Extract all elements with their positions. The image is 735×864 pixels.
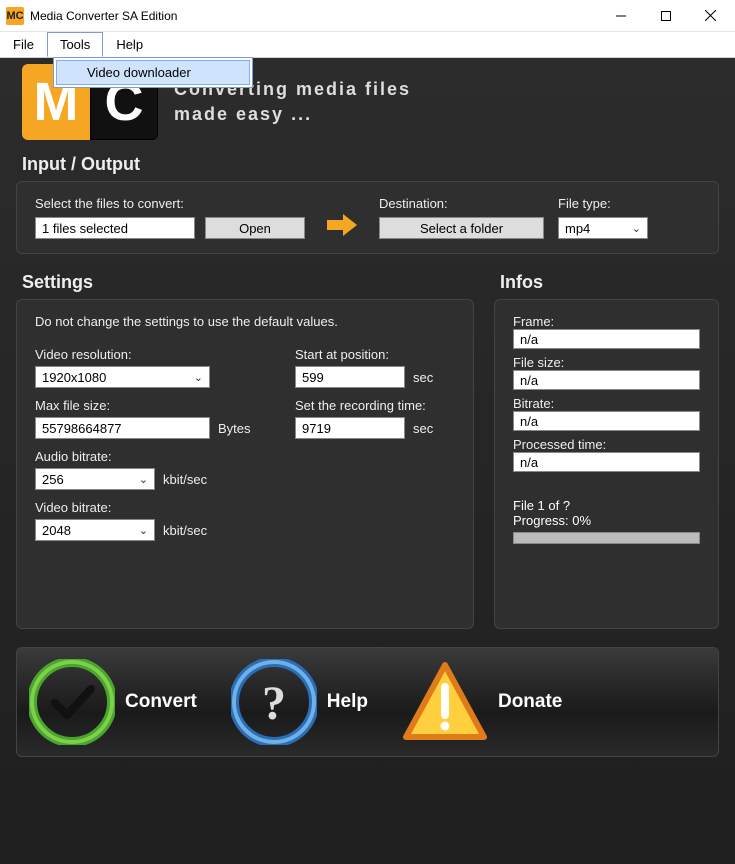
max-file-size-label: Max file size: (35, 398, 265, 413)
menubar: File Tools Help Video downloader (0, 32, 735, 58)
help-button[interactable]: ? Help (231, 659, 368, 745)
progress-label: Progress: 0% (513, 513, 700, 528)
footer: Convert ? Help Donate (16, 647, 719, 757)
start-pos-field[interactable] (295, 366, 405, 388)
bytes-unit: Bytes (218, 421, 251, 436)
video-resolution-label: Video resolution: (35, 347, 265, 362)
io-title: Input / Output (22, 154, 719, 175)
settings-title: Settings (22, 272, 474, 293)
progress-bar (513, 532, 700, 544)
donate-button[interactable]: Donate (402, 659, 562, 745)
destination-button[interactable]: Select a folder (379, 217, 544, 239)
files-selected-field[interactable] (35, 217, 195, 239)
frame-label: Frame: (513, 314, 700, 329)
sec-unit: sec (413, 370, 433, 385)
kbit-unit: kbit/sec (163, 472, 207, 487)
file-of-label: File 1 of ? (513, 498, 700, 513)
frame-value: n/a (513, 329, 700, 349)
destination-label: Destination: (379, 196, 544, 211)
processed-label: Processed time: (513, 437, 700, 452)
close-button[interactable] (688, 1, 733, 31)
start-pos-label: Start at position: (295, 347, 455, 362)
minimize-icon (616, 11, 626, 21)
minimize-button[interactable] (598, 1, 643, 31)
bitrate-label: Bitrate: (513, 396, 700, 411)
maximize-icon (661, 11, 671, 21)
window-title: Media Converter SA Edition (30, 9, 598, 23)
menu-help[interactable]: Help (103, 32, 156, 57)
file-type-value: mp4 (565, 221, 590, 236)
video-resolution-value: 1920x1080 (42, 370, 106, 385)
arrow-icon (325, 212, 359, 238)
sec-unit-2: sec (413, 421, 433, 436)
io-panel: Select the files to convert: Open Destin… (16, 181, 719, 254)
convert-label: Convert (125, 691, 197, 713)
help-label: Help (327, 691, 368, 713)
tools-dropdown: Video downloader (53, 57, 253, 88)
max-file-size-field[interactable] (35, 417, 210, 439)
audio-bitrate-label: Audio bitrate: (35, 449, 265, 464)
rec-time-field[interactable] (295, 417, 405, 439)
audio-bitrate-value: 256 (42, 472, 64, 487)
kbit-unit-2: kbit/sec (163, 523, 207, 538)
chevron-down-icon: ⌄ (194, 371, 203, 384)
chevron-down-icon: ⌄ (139, 473, 148, 486)
app-icon: MC (6, 7, 24, 25)
bitrate-value: n/a (513, 411, 700, 431)
video-resolution-select[interactable]: 1920x1080 ⌄ (35, 366, 210, 388)
tagline-line2: made easy ... (174, 102, 411, 127)
menu-tools[interactable]: Tools (47, 32, 103, 57)
maximize-button[interactable] (643, 1, 688, 31)
file-type-select[interactable]: mp4 ⌄ (558, 217, 648, 239)
chevron-down-icon: ⌄ (139, 524, 148, 537)
file-size-label: File size: (513, 355, 700, 370)
help-circle-icon: ? (231, 659, 317, 745)
settings-panel: Do not change the settings to use the de… (16, 299, 474, 629)
svg-text:?: ? (262, 677, 286, 730)
open-button[interactable]: Open (205, 217, 305, 239)
app-body: M C Converting media files made easy ...… (0, 58, 735, 864)
video-bitrate-value: 2048 (42, 523, 71, 538)
video-bitrate-select[interactable]: 2048 ⌄ (35, 519, 155, 541)
infos-panel: Frame: n/a File size: n/a Bitrate: n/a P… (494, 299, 719, 629)
select-files-label: Select the files to convert: (35, 196, 305, 211)
infos-title: Infos (500, 272, 719, 293)
titlebar: MC Media Converter SA Edition (0, 0, 735, 32)
check-circle-icon (29, 659, 115, 745)
file-type-label: File type: (558, 196, 648, 211)
video-bitrate-label: Video bitrate: (35, 500, 265, 515)
convert-button[interactable]: Convert (29, 659, 197, 745)
close-icon (705, 10, 716, 21)
settings-note: Do not change the settings to use the de… (35, 314, 455, 329)
chevron-down-icon: ⌄ (632, 222, 641, 235)
menu-video-downloader[interactable]: Video downloader (56, 60, 250, 85)
rec-time-label: Set the recording time: (295, 398, 455, 413)
donate-label: Donate (498, 691, 562, 713)
processed-value: n/a (513, 452, 700, 472)
warning-triangle-icon (402, 659, 488, 745)
audio-bitrate-select[interactable]: 256 ⌄ (35, 468, 155, 490)
file-size-value: n/a (513, 370, 700, 390)
menu-file[interactable]: File (0, 32, 47, 57)
